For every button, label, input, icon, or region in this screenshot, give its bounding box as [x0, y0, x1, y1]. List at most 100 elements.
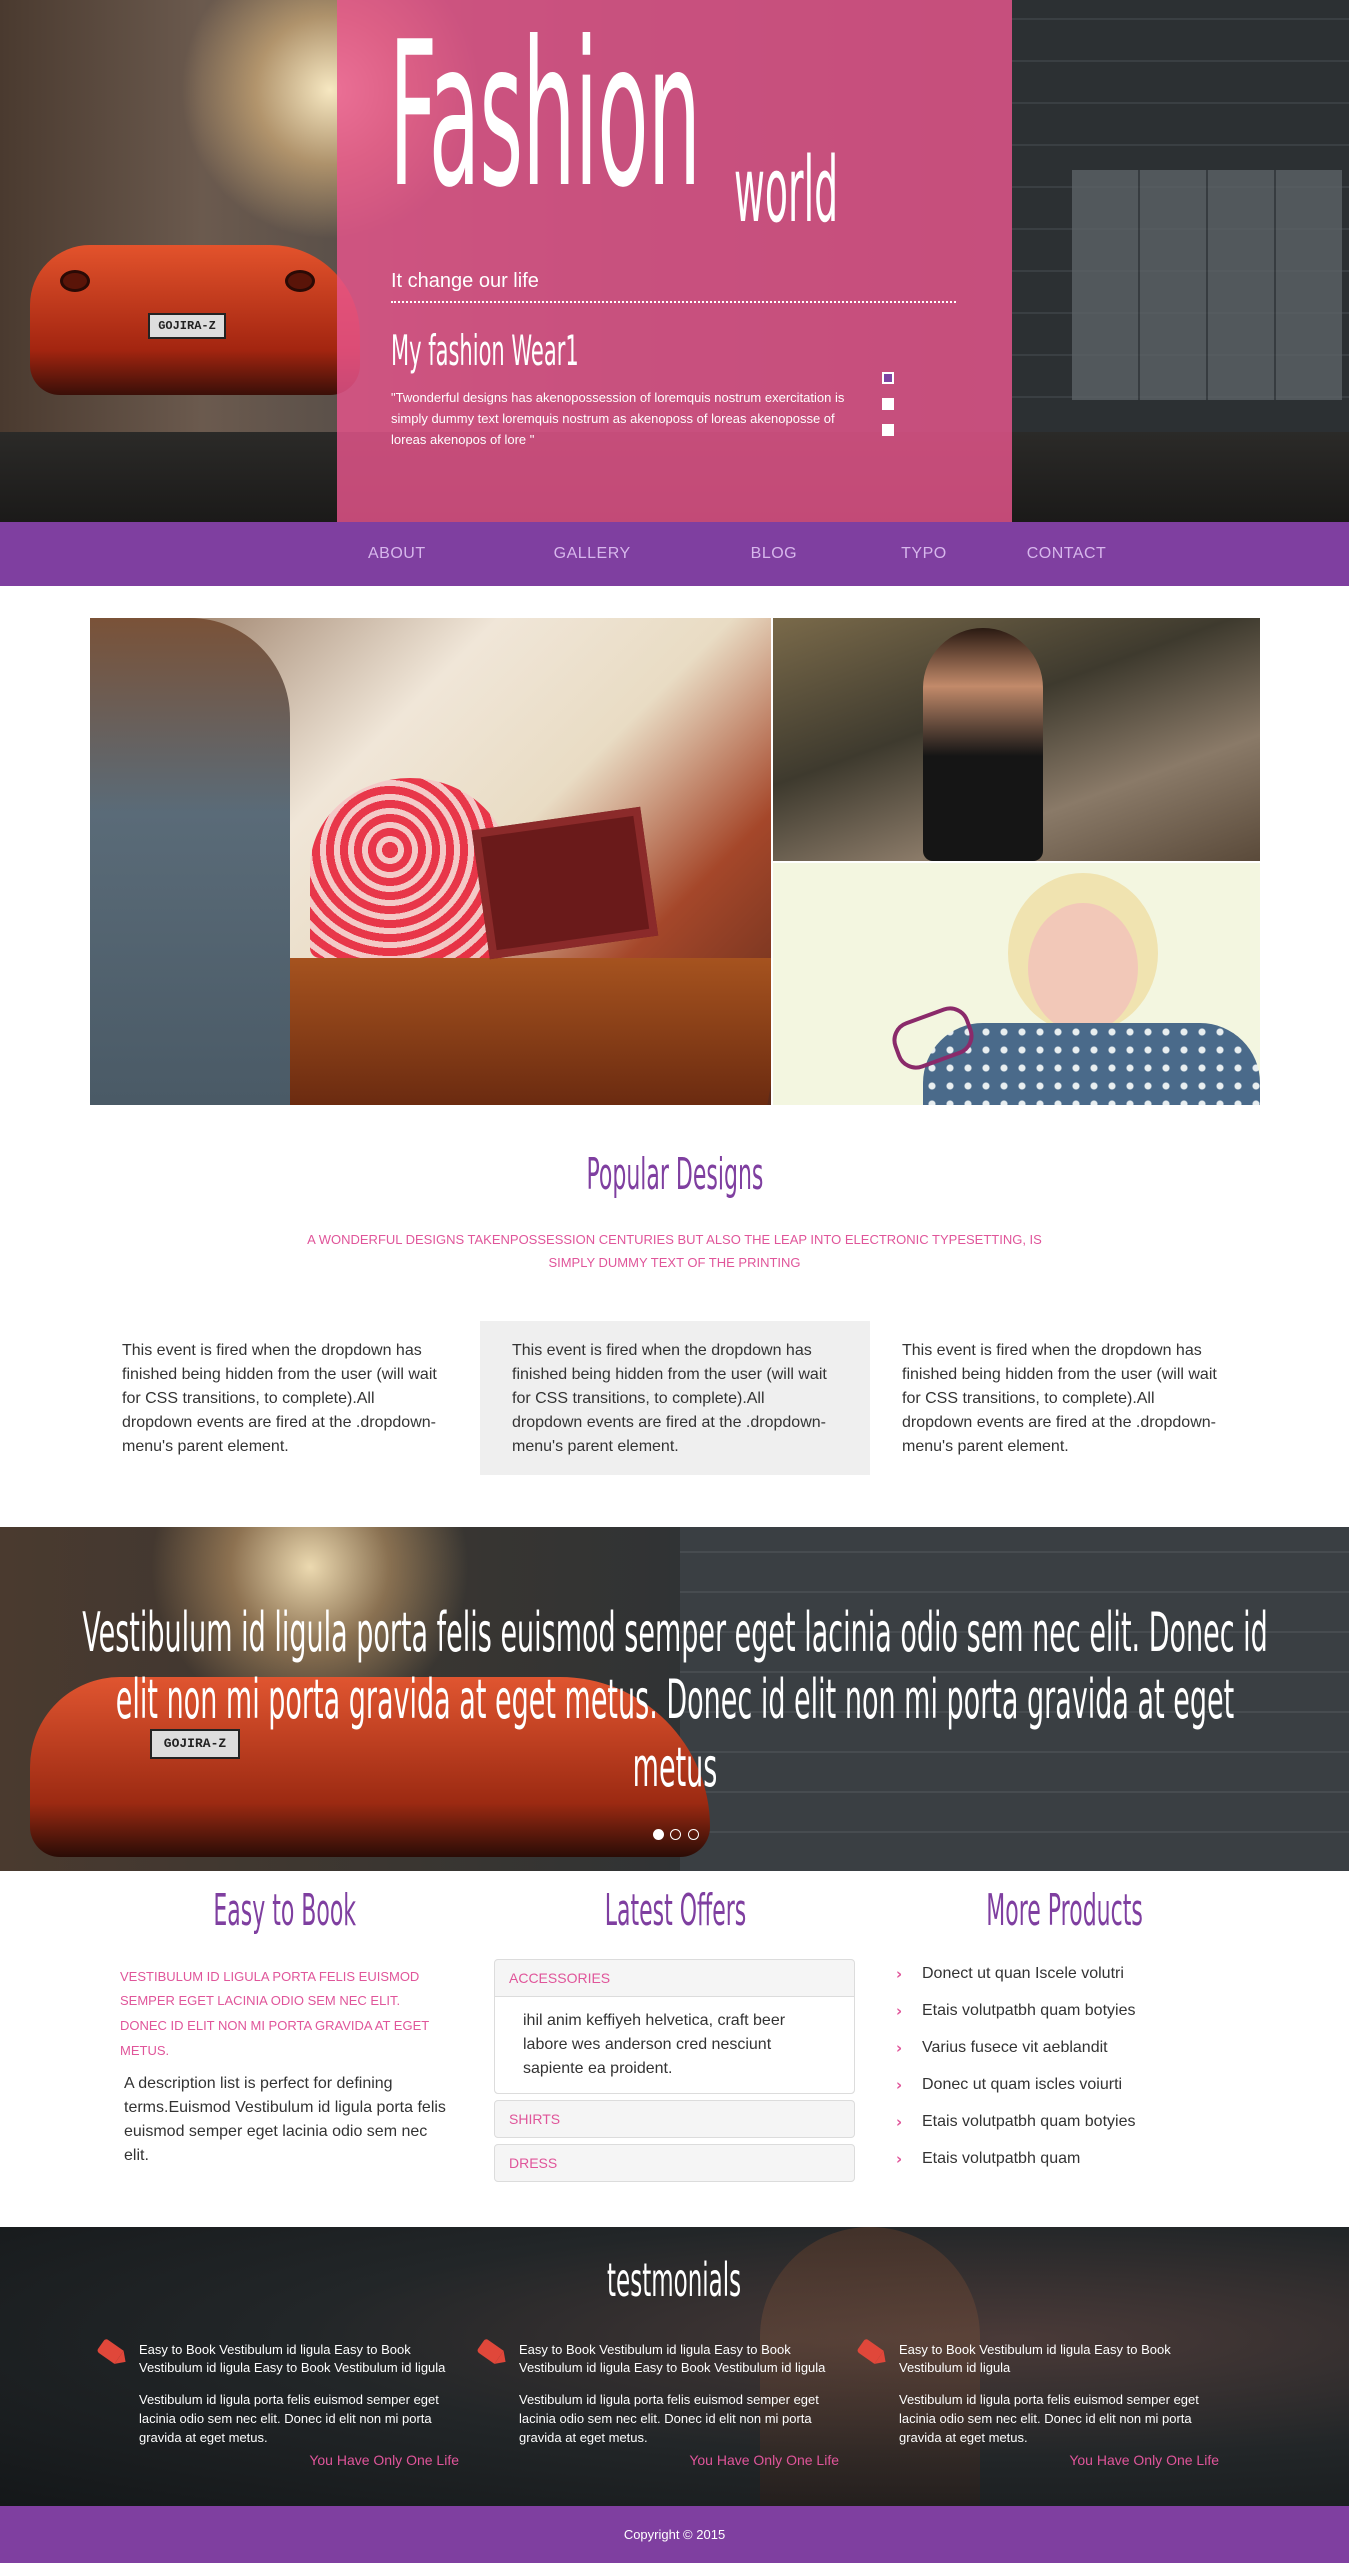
logo-fashion-text: Fashion [389, 0, 701, 232]
slider-dot-1[interactable] [882, 372, 894, 384]
slider-pagination [882, 372, 894, 450]
popular-designs-title: Popular Designs [586, 1149, 763, 1200]
testimonial-text: Vestibulum id ligula porta felis euismod… [139, 2392, 439, 2445]
testimonial-text: Vestibulum id ligula porta felis euismod… [899, 2392, 1199, 2445]
feature-columns: This event is fired when the dropdown ha… [0, 1320, 1349, 1475]
site-footer: Copyright © 2015 [0, 2505, 1349, 2563]
product-link[interactable]: Etais volutpatbh quam botyies [922, 2113, 1135, 2131]
easy-to-book-highlight: VESTIBULUM ID LIGULA PORTA FELIS EUISMOD… [120, 1968, 429, 2058]
photo-gallery [90, 618, 1260, 1105]
accordion-body-accessories: ihil anim keffiyeh helvetica, craft beer… [495, 1995, 854, 2093]
chevron-right-icon: › [896, 2038, 903, 2057]
nav-item-gallery[interactable]: GALLERY [554, 545, 631, 563]
nav-item-about[interactable]: ABOUT [368, 545, 426, 563]
red-car-image: GOJIRA-Z [30, 215, 360, 415]
testimonial-text: Vestibulum id ligula porta felis euismod… [519, 2392, 819, 2445]
car-taillight [60, 270, 90, 292]
more-products-list: › Donect ut quan Iscele volutri › Etais vo… [894, 1965, 1224, 2187]
main-nav: ABOUT GALLERY BLOG TYPO CONTACT [0, 522, 1349, 586]
gallery-image-woman-tablet[interactable] [90, 618, 771, 1105]
feature-column: This event is fired when the dropdown ha… [122, 1341, 437, 1455]
accordion-item-shirts: SHIRTS [494, 2099, 855, 2138]
nav-item-typo[interactable]: TYPO [901, 545, 947, 563]
banner-quote: Vestibulum id ligula porta felis euismod… [0, 1599, 1349, 1802]
testimonial-author: You Have Only One Life [309, 2451, 459, 2468]
hero-pink-panel: Fashion world It change our life My fash… [337, 0, 1012, 522]
info-blocks: Easy to Book Latest Offers More Products… [0, 1871, 1349, 2227]
woman-figure-image [90, 618, 290, 1105]
testimonials-section: testmonials Easy to Book Vestibulum id l… [0, 2226, 1349, 2506]
list-item[interactable]: › Etais volutpatbh quam botyies [894, 2113, 1224, 2150]
tag-icon [96, 2337, 124, 2364]
list-item[interactable]: › Etais volutpatbh quam [894, 2150, 1224, 2187]
more-products-title: More Products [986, 1884, 1144, 1936]
product-link[interactable]: Etais volutpatbh quam [922, 2150, 1080, 2168]
product-link[interactable]: Etais volutpatbh quam botyies [922, 2002, 1135, 2020]
latest-offers-title: Latest Offers [604, 1884, 746, 1936]
list-item[interactable]: › Donect ut quan Iscele volutri [894, 1965, 1224, 2002]
quote-banner: GOJIRA-Z Vestibulum id ligula porta feli… [0, 1526, 1349, 1871]
offers-accordion: ACCESSORIES ihil anim keffiyeh helvetica… [494, 1958, 855, 2188]
banner-dot-1[interactable] [653, 1828, 664, 1840]
testimonial-author: You Have Only One Life [1069, 2451, 1219, 2468]
car-taillight [285, 270, 315, 292]
accordion-item-accessories: ACCESSORIES ihil anim keffiyeh helvetica… [494, 1958, 855, 2094]
testimonials-title: testmonials [607, 2252, 742, 2307]
easy-to-book-title: Easy to Book [213, 1884, 357, 1936]
gallery-image-retro-woman[interactable] [773, 863, 1260, 1105]
car-license-plate: GOJIRA-Z [148, 313, 226, 339]
copyright-text: Copyright © 2015 [623, 2526, 726, 2542]
woman-figure-image [923, 628, 1043, 861]
tablet-image [471, 806, 659, 960]
nav-item-contact[interactable]: CONTACT [1027, 545, 1107, 563]
hero-tagline: It change our life [391, 270, 956, 303]
accordion-item-dress: DRESS [494, 2143, 855, 2182]
easy-to-book-block: VESTIBULUM ID LIGULA PORTA FELIS EUISMOD… [120, 1965, 450, 2168]
hero-section: GOJIRA-Z Fashion world It change our lif… [0, 0, 1349, 522]
slide-title: My fashion Wear1 [391, 326, 579, 375]
accordion-header-accessories[interactable]: ACCESSORIES [495, 1960, 854, 1996]
chevron-right-icon: › [896, 1964, 903, 1983]
list-item[interactable]: › Varius fusece vit aeblandit [894, 2039, 1224, 2076]
testimonial-heading: Easy to Book Vestibulum id ligula Easy t… [519, 2341, 826, 2375]
logo-world-text: world [734, 138, 839, 243]
nav-item-blog[interactable]: BLOG [751, 545, 797, 563]
banner-pagination [653, 1827, 701, 1845]
site-logo[interactable]: Fashion world [389, 0, 1130, 236]
popular-designs-section: Popular Designs A WONDERFUL DESIGNS TAKE… [0, 1149, 1349, 1475]
slide-text: "Twonderful designs has akenopossession … [391, 390, 845, 447]
list-item[interactable]: › Donec ut quam iscles voiurti [894, 2076, 1224, 2113]
gallery-image-woman-park[interactable] [773, 618, 1260, 861]
popular-designs-subtitle: A WONDERFUL DESIGNS TAKENPOSSESSION CENT… [307, 1232, 1042, 1271]
testimonial-card: Easy to Book Vestibulum id ligula Easy t… [96, 2337, 469, 2468]
feature-column-highlighted: This event is fired when the dropdown ha… [480, 1320, 870, 1475]
more-products-heading: More Products [870, 1885, 1260, 1936]
easy-to-book-heading: Easy to Book [90, 1885, 480, 1936]
banner-quote-text: Vestibulum id ligula porta felis euismod… [82, 1600, 1268, 1799]
chevron-right-icon: › [896, 2149, 903, 2168]
feature-column: This event is fired when the dropdown ha… [902, 1341, 1217, 1455]
face-image [1028, 903, 1138, 1033]
tag-icon [476, 2337, 504, 2364]
chevron-right-icon: › [896, 2112, 903, 2131]
testimonial-heading: Easy to Book Vestibulum id ligula Easy t… [899, 2341, 1171, 2375]
product-link[interactable]: Donec ut quam iscles voiurti [922, 2076, 1122, 2094]
testimonial-card: Easy to Book Vestibulum id ligula Easy t… [856, 2337, 1229, 2468]
chevron-right-icon: › [896, 2001, 903, 2020]
list-item[interactable]: › Etais volutpatbh quam botyies [894, 2002, 1224, 2039]
slider-dot-2[interactable] [882, 398, 894, 410]
banner-dot-3[interactable] [687, 1828, 699, 1840]
testimonial-heading: Easy to Book Vestibulum id ligula Easy t… [139, 2341, 446, 2375]
easy-to-book-description: A description list is perfect for defini… [124, 2074, 446, 2164]
product-link[interactable]: Varius fusece vit aeblandit [922, 2039, 1108, 2057]
slider-dot-3[interactable] [882, 424, 894, 436]
testimonials-heading: testmonials [0, 2253, 1349, 2307]
accordion-header-shirts[interactable]: SHIRTS [495, 2101, 854, 2137]
product-link[interactable]: Donect ut quan Iscele volutri [922, 1965, 1124, 1983]
banner-dot-2[interactable] [670, 1828, 682, 1840]
accordion-header-dress[interactable]: DRESS [495, 2145, 854, 2181]
chevron-right-icon: › [896, 2075, 903, 2094]
latest-offers-heading: Latest Offers [480, 1885, 870, 1936]
testimonial-card: Easy to Book Vestibulum id ligula Easy t… [476, 2337, 849, 2468]
testimonial-author: You Have Only One Life [689, 2451, 839, 2468]
